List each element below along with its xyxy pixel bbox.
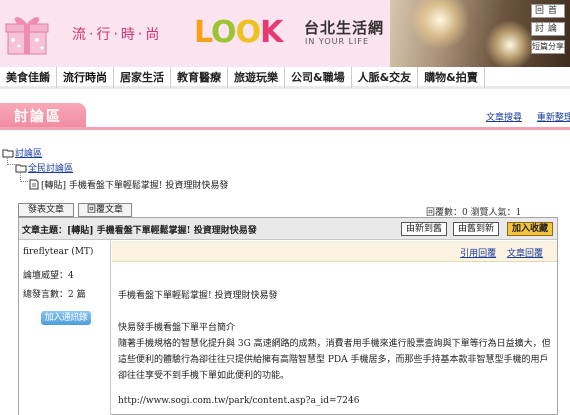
reply-article-button[interactable]: 回覆文章 [78, 203, 132, 217]
author-panel: fireflytear (MT) 論壇威望：4 總發言數：2 篇 加入通訊錄 [19, 241, 111, 415]
nav-social[interactable]: 人脈&交友 [352, 67, 419, 88]
author-name: fireflytear (MT) [23, 247, 94, 257]
author-post-count: 總發言數：2 篇 [23, 290, 86, 300]
reply-link[interactable]: 文章回覆 [507, 249, 543, 259]
sort-oldest-button[interactable]: 由舊到新 [453, 222, 500, 236]
section-links: 文章搜尋 重新整理 [486, 110, 570, 123]
refresh-link[interactable]: 重新整理 [537, 113, 570, 123]
section-title: 討論區 [14, 109, 62, 125]
post-toolbar: 引用回覆 文章回覆 [112, 241, 557, 262]
breadcrumb-level2: [轉貼] 手機看盤下單輕鬆掌握! 投資理財快易發 [28, 178, 228, 191]
nav-travel[interactable]: 旅遊玩樂 [228, 67, 285, 88]
breadcrumb-level1-link[interactable]: 全民討論區 [28, 164, 73, 174]
site-subtitle: IN YOUR LIFE [305, 37, 370, 46]
topic-title: 文章主題：[轉貼] 手機看盤下單輕鬆掌握! 投資理財快易發 [22, 223, 257, 236]
section-divider [0, 127, 570, 130]
home-button[interactable]: 回首 [531, 4, 565, 18]
author-prestige: 論壇威望：4 [23, 271, 74, 281]
topic-box: 文章主題：[轉貼] 手機看盤下單輕鬆掌握! 投資理財快易發 由新到舊 由舊到新 … [18, 217, 558, 415]
document-icon [29, 179, 39, 190]
post-line: 卻往往享受不到手機下單如此便利的功能。 [118, 371, 290, 381]
add-favorite-button[interactable]: 加入收藏 [507, 222, 554, 236]
topic-label: 文章主題： [22, 226, 68, 236]
topic-title-text: [轉貼] 手機看盤下單輕鬆掌握! 投資理財快易發 [67, 226, 257, 236]
forum-button[interactable]: 討論 [531, 22, 565, 36]
nav-shopping[interactable]: 購物&拍賣 [418, 67, 485, 88]
quote-reply-link[interactable]: 引用回覆 [460, 249, 496, 259]
post-line: 手機看盤下單輕鬆掌握! 投資理財快易發 [118, 291, 278, 301]
post-article-button[interactable]: 發表文章 [18, 203, 74, 217]
section-bar: 討論區 文章搜尋 重新整理 [0, 103, 570, 130]
nav-home-life[interactable]: 居家生活 [114, 67, 171, 88]
post-line: 這些便利的體驗行為卻往往只提供給擁有高階智慧型 PDA 手機居多，而那些手持基本… [118, 355, 549, 365]
post-links: 引用回覆 文章回覆 [452, 246, 543, 259]
header-banner: 流‧行‧時‧尚 LOOK 台北生活網 IN YOUR LIFE 回首 討論 短篇… [0, 0, 570, 67]
post-body: 引用回覆 文章回覆 手機看盤下單輕鬆掌握! 投資理財快易發 快易發手機看盤下單平… [112, 241, 557, 415]
add-contact-button[interactable]: 加入通訊錄 [41, 311, 91, 325]
sort-newest-button[interactable]: 由新到舊 [401, 222, 448, 236]
nav-company[interactable]: 公司&職場 [285, 67, 352, 88]
breadcrumb-root-link[interactable]: 討論區 [15, 149, 42, 159]
banner-slogan: 流‧行‧時‧尚 [72, 27, 163, 43]
share-button[interactable]: 短篇分享 [531, 40, 565, 54]
post-link-url[interactable]: http://www.sogi.com.tw/park/content.asp?… [118, 396, 359, 406]
search-articles-link[interactable]: 文章搜尋 [486, 113, 522, 123]
breadcrumb-current: [轉貼] 手機看盤下單輕鬆掌握! 投資理財快易發 [41, 181, 229, 191]
post-line: 快易發手機看盤下單平台簡介 [118, 323, 236, 333]
tree-connector [20, 172, 28, 182]
main-nav: 美食佳餚 流行時尚 居家生活 教育醫療 旅遊玩樂 公司&職場 人脈&交友 購物&… [0, 67, 570, 89]
nav-education[interactable]: 教育醫療 [171, 67, 228, 88]
gift-box-icon [5, 17, 49, 55]
site-name: 台北生活網 [304, 19, 385, 37]
tree-connector [7, 157, 15, 165]
nav-food[interactable]: 美食佳餚 [0, 67, 57, 88]
look-logo[interactable]: LOOK [194, 18, 283, 48]
nav-fashion[interactable]: 流行時尚 [57, 67, 114, 88]
post-line: 隨著手機規格的智慧化提升與 3G 高速網路的成熟，消費者用手機來進行股票查詢與下… [118, 339, 551, 349]
topic-header: 文章主題：[轉貼] 手機看盤下單輕鬆掌握! 投資理財快易發 由新到舊 由舊到新 … [19, 218, 557, 240]
